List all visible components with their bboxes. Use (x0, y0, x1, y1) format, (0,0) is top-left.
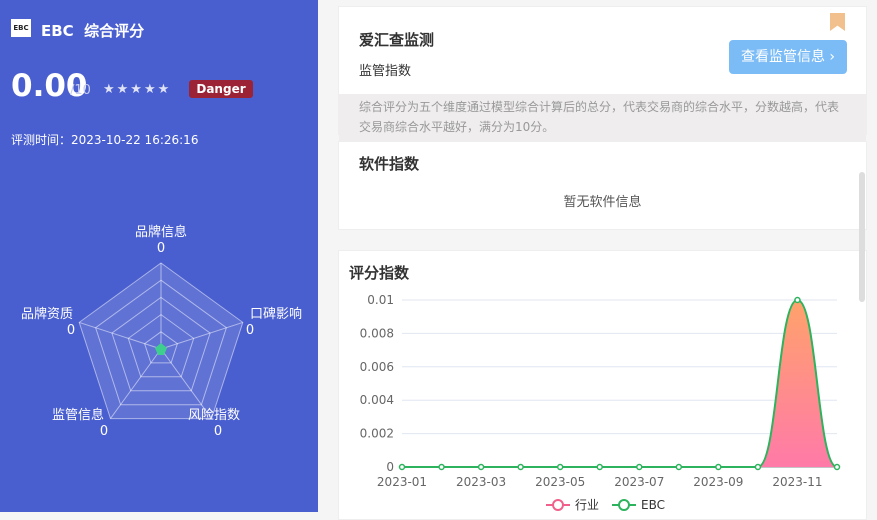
data-point[interactable] (754, 463, 762, 471)
data-point[interactable] (517, 463, 524, 471)
data-point[interactable] (596, 463, 603, 471)
data-point[interactable] (438, 463, 445, 471)
x-tick-label: 2023-11 (772, 475, 822, 489)
x-tick-label: 2023-09 (693, 475, 743, 489)
data-point[interactable] (636, 463, 643, 471)
data-point[interactable] (794, 296, 801, 304)
data-point[interactable] (477, 463, 485, 471)
score-chart: 0 0.002 0.004 0.006 0.008 0.01 2023-01 2023-03 2… (360, 293, 841, 512)
legend-label[interactable]: EBC (641, 498, 665, 512)
y-tick-label: 0.008 (360, 326, 394, 340)
legend-marker[interactable] (618, 499, 630, 511)
x-tick-label: 2023-01 (377, 475, 427, 489)
y-tick-label: 0.006 (360, 360, 394, 374)
y-tick-label: 0 (386, 460, 394, 474)
data-point[interactable] (675, 463, 683, 471)
x-tick-label: 2023-03 (456, 475, 506, 489)
y-tick-label: 0.004 (360, 393, 394, 407)
data-point[interactable] (398, 463, 406, 471)
data-point[interactable] (833, 463, 841, 471)
series-area-行业 (402, 300, 837, 467)
legend-marker[interactable] (552, 499, 564, 511)
y-tick-label: 0.002 (360, 427, 394, 441)
data-point[interactable] (715, 463, 722, 471)
legend-label[interactable]: 行业 (575, 498, 599, 512)
x-tick-label: 2023-05 (535, 475, 585, 489)
x-tick-label: 2023-07 (614, 475, 664, 489)
data-point[interactable] (556, 463, 564, 471)
y-tick-label: 0.01 (367, 293, 394, 307)
